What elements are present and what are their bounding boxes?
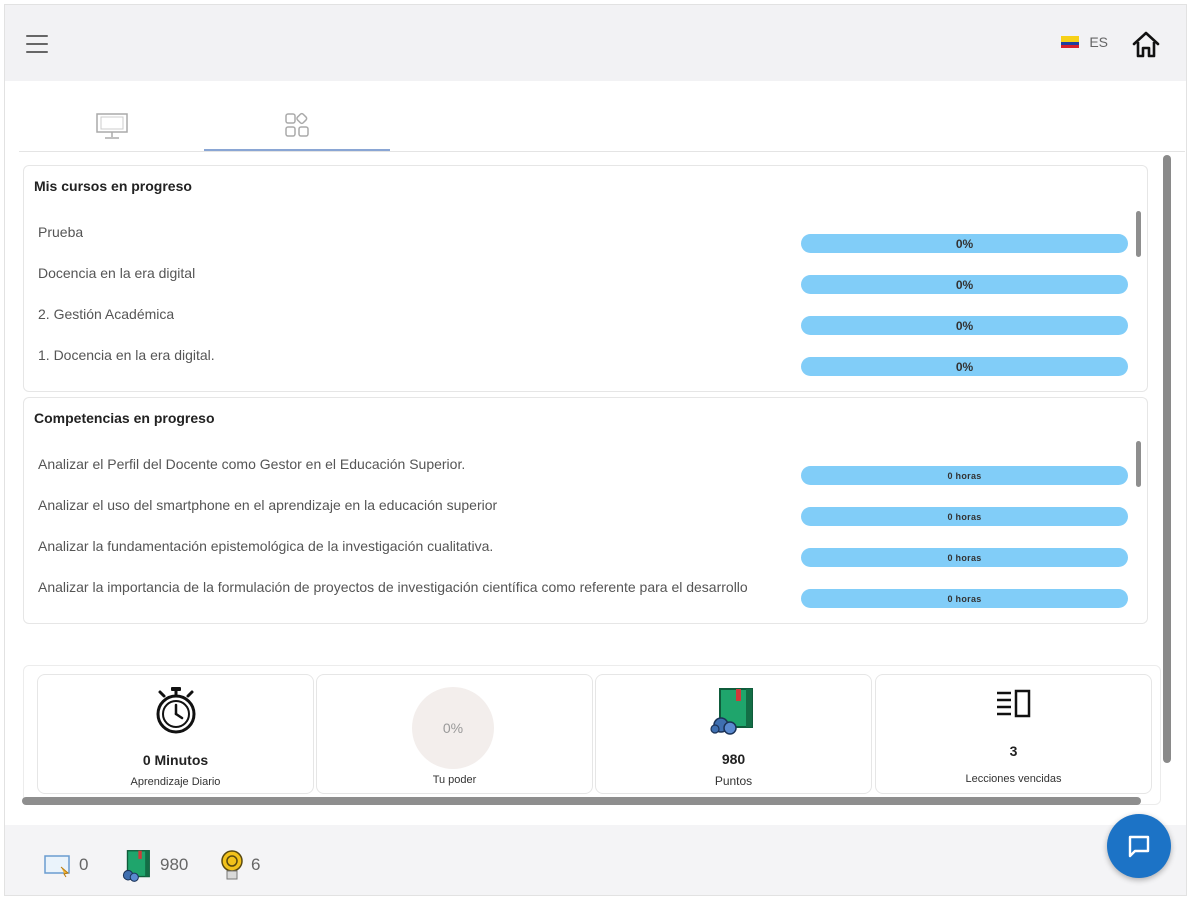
competency-item[interactable]: Analizar la importancia de la formulació… [24, 568, 1134, 609]
course-item[interactable]: 2. Gestión Académica 0% [24, 295, 1134, 336]
course-progress-bar: 0% [801, 316, 1128, 335]
competencies-in-progress-card: Competencias en progreso Analizar el Per… [23, 397, 1148, 624]
competency-hours-text: 0 horas [947, 552, 982, 563]
stat-power: 0% Tu poder [316, 674, 593, 794]
app-frame: ES Mis cursos en progreso Prueba 0% Doce… [4, 4, 1187, 896]
competency-name: Analizar la importancia de la formulació… [38, 579, 748, 595]
course-progress-text: 0% [955, 277, 974, 292]
presentations-count: 0 [79, 855, 89, 874]
lessons-list-icon [996, 689, 1030, 718]
chat-bubble-icon [1128, 835, 1150, 858]
competency-name: Analizar la fundamentación epistemológic… [38, 538, 494, 554]
competency-progress-bar: 0 horas [801, 589, 1128, 608]
footer-bar: 0 980 6 [5, 825, 1186, 895]
courses-in-progress-card: Mis cursos en progreso Prueba 0% Docenci… [23, 165, 1148, 392]
medal-icon [221, 850, 243, 880]
stat-lessons: 3 Lecciones vencidas [875, 674, 1152, 794]
courses-list: Prueba 0% Docencia en la era digital 0% … [24, 213, 1134, 377]
course-name: Prueba [38, 224, 84, 240]
tab-classroom[interactable] [19, 101, 205, 151]
grid-apps-icon [285, 112, 309, 137]
competency-item[interactable]: Analizar la fundamentación epistemológic… [24, 527, 1134, 568]
points-label: Puntos [714, 774, 753, 788]
page-horizontal-scrollbar[interactable] [22, 797, 1141, 805]
course-progress-text: 0% [955, 359, 974, 374]
competency-name: Analizar el Perfil del Docente como Gest… [38, 456, 466, 472]
hamburger-menu-icon[interactable] [25, 33, 49, 55]
course-item[interactable]: 1. Docencia en la era digital. 0% [24, 336, 1134, 377]
course-progress-bar: 0% [801, 275, 1128, 294]
competency-hours-text: 0 horas [947, 470, 982, 481]
competency-progress-bar: 0 horas [801, 507, 1128, 526]
lessons-value: 3 [1009, 743, 1018, 759]
tab-dashboard[interactable] [204, 101, 390, 151]
colombia-flag-icon [1061, 36, 1080, 48]
power-label: Tu poder [432, 774, 477, 786]
courses-title: Mis cursos en progreso [34, 178, 192, 194]
footer-points[interactable]: 980 [120, 849, 189, 882]
course-name: Docencia en la era digital [38, 265, 196, 281]
competencies-title: Competencias en progreso [34, 410, 215, 426]
language-code: ES [1089, 34, 1108, 50]
presentation-icon [44, 855, 70, 878]
monitor-icon [96, 113, 128, 139]
power-value: 0% [442, 720, 464, 736]
stat-points: 980 Puntos [595, 674, 872, 794]
language-selector[interactable]: ES [1061, 34, 1108, 50]
daily-minutes-value: 0 Minutos [142, 752, 209, 768]
course-progress-text: 0% [955, 236, 974, 251]
page-vertical-scrollbar[interactable] [1163, 155, 1171, 763]
footer-points-count: 980 [160, 855, 189, 874]
course-name: 2. Gestión Académica [38, 306, 175, 322]
power-progress-circle: 0% [412, 687, 494, 769]
stopwatch-icon [156, 687, 195, 734]
competency-item[interactable]: Analizar el uso del smartphone en el apr… [24, 486, 1134, 527]
points-value: 980 [721, 751, 746, 767]
medals-count: 6 [251, 855, 261, 874]
competencies-list: Analizar el Perfil del Docente como Gest… [24, 445, 1134, 609]
competency-name: Analizar el uso del smartphone en el apr… [38, 497, 498, 513]
view-tabs [19, 101, 1185, 152]
footer-presentations[interactable]: 0 [43, 849, 88, 881]
course-item[interactable]: Docencia en la era digital 0% [24, 254, 1134, 295]
competency-hours-text: 0 horas [947, 511, 982, 522]
course-name: 1. Docencia en la era digital. [38, 347, 215, 363]
points-book-icon [709, 688, 753, 735]
competency-item[interactable]: Analizar el Perfil del Docente como Gest… [24, 445, 1134, 486]
courses-scrollbar[interactable] [1136, 211, 1141, 257]
points-book-icon [122, 850, 150, 882]
chat-button[interactable] [1107, 814, 1171, 878]
competencies-scrollbar[interactable] [1136, 441, 1141, 487]
footer-medals[interactable]: 6 [219, 849, 260, 881]
stat-daily-learning: 0 Minutos Aprendizaje Diario [37, 674, 314, 794]
competency-hours-text: 0 horas [947, 593, 982, 604]
competency-progress-bar: 0 horas [801, 466, 1128, 485]
competency-progress-bar: 0 horas [801, 548, 1128, 567]
lessons-label: Lecciones vencidas [965, 773, 1062, 785]
course-item[interactable]: Prueba 0% [24, 213, 1134, 254]
daily-minutes-label: Aprendizaje Diario [130, 776, 221, 788]
top-bar: ES [5, 5, 1186, 81]
course-progress-bar: 0% [801, 234, 1128, 253]
course-progress-bar: 0% [801, 357, 1128, 376]
course-progress-text: 0% [955, 318, 974, 333]
home-icon[interactable] [1130, 29, 1162, 59]
